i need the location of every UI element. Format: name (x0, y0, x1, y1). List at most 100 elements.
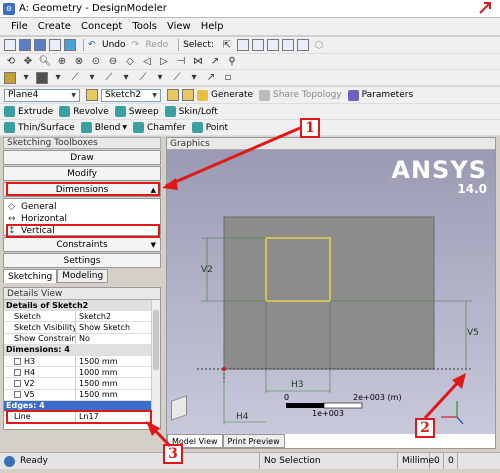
details-row-h3[interactable]: H3 1500 mm (4, 355, 160, 368)
pan-icon[interactable]: ✥ (21, 55, 35, 69)
dimension-label-h3[interactable]: H3 (291, 380, 304, 390)
details-row-line[interactable]: Line Ln17 (4, 411, 160, 424)
zoom-in-icon[interactable]: ⊙ (89, 55, 103, 69)
thin-surface-button[interactable]: Thin/Surface (4, 122, 75, 133)
details-row-v5[interactable]: V5 1500 mm (4, 389, 160, 401)
revolve-button[interactable]: Revolve (59, 106, 109, 117)
details-row-sketch-visibility[interactable]: Sketch Visibility Show Sketch (4, 322, 160, 334)
v5-checkbox[interactable] (14, 391, 21, 399)
status-units[interactable]: Millime (398, 453, 434, 469)
menu-create[interactable]: Create (33, 21, 76, 32)
dimension-label-v2[interactable]: V2 (201, 265, 213, 275)
details-scrollbar[interactable] (151, 300, 160, 429)
details-row-h4[interactable]: H4 1000 mm (4, 367, 160, 379)
zoom-fit-icon[interactable]: ⊗ (72, 55, 86, 69)
details-group-sketch[interactable]: Details of Sketch2 (4, 300, 160, 312)
marker-icon[interactable]: ▫ (221, 71, 235, 85)
details-row-show-constraints[interactable]: Show Constraints?No (4, 333, 160, 345)
settings-toolbox-button[interactable]: Settings (3, 253, 161, 268)
blend-button[interactable]: Blend ▼ (80, 122, 127, 133)
dimension-label-h4[interactable]: H4 (236, 412, 249, 422)
details-row-v2[interactable]: V2 1500 mm (4, 378, 160, 390)
save-as-icon[interactable] (34, 39, 46, 51)
plane-select[interactable]: Plane4 ▼ (4, 88, 80, 102)
display-dropdown-icon[interactable]: ▾ (19, 71, 33, 85)
tab-sketching[interactable]: Sketching (3, 269, 58, 283)
plane-dropdown-icon[interactable]: ▾ (187, 71, 201, 85)
look-at-icon[interactable]: ↗ (208, 55, 222, 69)
point-select-icon[interactable]: ↗ (204, 71, 218, 85)
next-view-icon[interactable]: ▷ (157, 55, 171, 69)
select-mode-icon[interactable]: ⇱ (220, 38, 234, 52)
sketch-plane-rect[interactable] (223, 216, 435, 370)
scrollbar-thumb[interactable] (153, 310, 159, 370)
skin-loft-button[interactable]: Skin/Loft (164, 106, 218, 117)
parameters-button[interactable]: Parameters (347, 89, 413, 101)
tab-print-preview[interactable]: Print Preview (222, 434, 285, 448)
h3-checkbox[interactable] (14, 357, 21, 365)
menu-view[interactable]: View (162, 21, 196, 32)
line-tool-icon[interactable]: ⟋ (68, 71, 82, 85)
tool-vertical[interactable]: ↕ Vertical (8, 225, 156, 235)
tool-horizontal[interactable]: ↔ Horizontal (8, 213, 156, 225)
select-edge-icon[interactable] (251, 39, 264, 51)
plane-tool-icon[interactable]: ⟋ (170, 71, 184, 85)
details-group-dimensions[interactable]: Dimensions: 4 (4, 344, 160, 356)
select-filter-icon[interactable] (296, 39, 309, 51)
zoom-icon[interactable]: 🔍︎ (38, 55, 52, 69)
v2-checkbox[interactable] (14, 379, 21, 387)
shaded-dropdown-icon[interactable]: ▾ (51, 71, 65, 85)
tool-general[interactable]: ◇ General (8, 201, 156, 213)
new-sketch-icon[interactable] (167, 89, 179, 101)
save-icon[interactable] (19, 39, 31, 51)
screenshot-icon[interactable] (64, 39, 76, 51)
chamfer-button[interactable]: Chamfer (133, 122, 186, 133)
menu-file[interactable]: File (6, 21, 33, 32)
display-mode-icon[interactable] (4, 71, 16, 84)
look-at-sketch-icon[interactable] (182, 89, 194, 101)
zoom-out-icon[interactable]: ⊖ (106, 55, 120, 69)
tab-modeling[interactable]: Modeling (57, 269, 109, 283)
curve-tool-icon[interactable]: ⟋ (136, 71, 150, 85)
new-plane-icon[interactable] (86, 89, 98, 101)
extend-selection-icon[interactable]: ⬡ (312, 38, 326, 52)
origin-point[interactable] (222, 367, 226, 371)
select-body-icon[interactable] (281, 39, 294, 51)
iso-view-icon[interactable]: ◇ (123, 55, 137, 69)
curve-dropdown-icon[interactable]: ▾ (153, 71, 167, 85)
menu-help[interactable]: Help (196, 21, 229, 32)
constraints-toolbox-button[interactable]: Constraints ▼ (3, 237, 161, 252)
edge-dropdown-icon[interactable]: ▾ (119, 71, 133, 85)
menu-tools[interactable]: Tools (127, 21, 162, 32)
axis-icon[interactable]: ⊣ (174, 55, 188, 69)
point-button[interactable]: Point (191, 122, 228, 133)
generate-button[interactable]: Generate (197, 89, 253, 101)
extrude-button[interactable]: Extrude (4, 106, 53, 117)
dimensions-toolbox-button[interactable]: Dimensions ▲ (3, 182, 161, 197)
details-group-edges[interactable]: Edges: 4 (4, 400, 160, 412)
sketch-select[interactable]: Sketch2 ▼ (101, 88, 161, 102)
dimension-label-v5[interactable]: V5 (467, 328, 479, 338)
new-file-icon[interactable] (4, 39, 16, 51)
draw-toolbox-button[interactable]: Draw (3, 150, 161, 165)
split-icon[interactable]: ⋈ (191, 55, 205, 69)
redo-button[interactable]: ↷ Redo (132, 40, 169, 51)
shaded-icon[interactable] (36, 71, 48, 84)
zoom-box-icon[interactable]: ⊕ (55, 55, 69, 69)
modify-toolbox-button[interactable]: Modify (3, 166, 161, 181)
sweep-button[interactable]: Sweep (114, 106, 159, 117)
previous-view-icon[interactable]: ◁ (140, 55, 154, 69)
line-dropdown-icon[interactable]: ▾ (85, 71, 99, 85)
select-face-icon[interactable] (266, 39, 279, 51)
details-row-sketch[interactable]: Sketch Sketch2 (4, 311, 160, 323)
h4-checkbox[interactable] (14, 368, 21, 376)
undo-button[interactable]: ↶ Undo (88, 40, 126, 51)
rotate-icon[interactable]: ⟲ (4, 55, 18, 69)
select-point-icon[interactable] (236, 39, 249, 51)
export-icon[interactable] (49, 39, 61, 51)
edge-tool-icon[interactable]: ⟋ (102, 71, 116, 85)
pin-icon[interactable]: ⚲ (225, 55, 239, 69)
share-topology-button[interactable]: Share Topology (259, 89, 342, 101)
menu-concept[interactable]: Concept (76, 21, 127, 32)
graphics-viewport[interactable]: ANSYS 14.0 V2 V5 H3 H4 0 1e+003 2e+003 (… (167, 150, 495, 434)
